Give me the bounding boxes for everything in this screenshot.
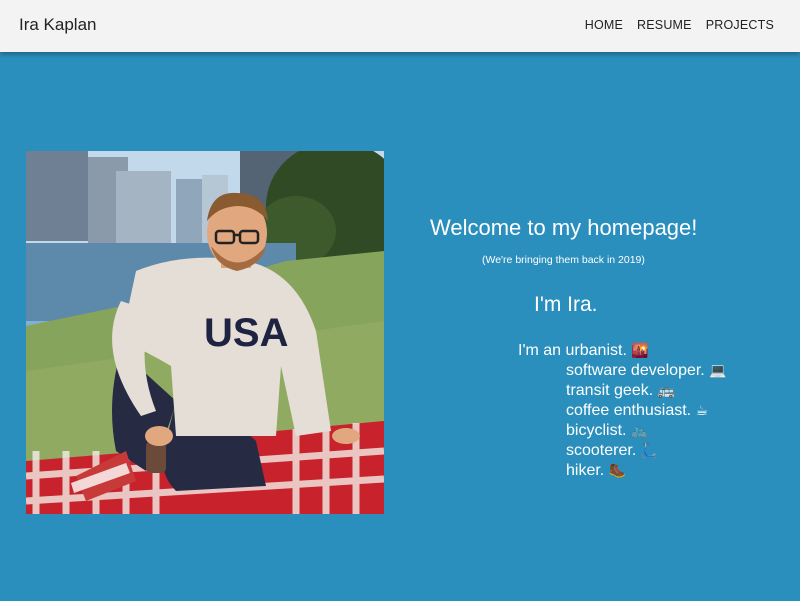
brand-link[interactable]: Ira Kaplan: [19, 15, 97, 35]
role-3-text: coffee enthusiast.: [566, 402, 692, 419]
shirt-text: USA: [204, 311, 288, 355]
roles-prefix-text: I'm an: [518, 342, 562, 359]
role-4: bicyclist. 🚲: [566, 422, 648, 440]
intro-text: I'm Ira.: [534, 293, 598, 316]
role-4-text: bicyclist.: [566, 422, 627, 439]
role-2-text: transit geek.: [566, 382, 654, 399]
role-5: scooterer. 🛴: [566, 442, 658, 460]
nav-home[interactable]: HOME: [585, 18, 623, 32]
cityscape-icon: 🌇: [631, 343, 649, 359]
role-0-text: urbanist.: [565, 342, 627, 359]
welcome-heading: Welcome to my homepage!: [430, 215, 698, 240]
bicycle-icon: 🚲: [630, 423, 649, 439]
profile-photo: USA: [26, 151, 384, 514]
coffee-icon: ☕: [695, 403, 709, 419]
role-1-text: software developer.: [566, 362, 705, 379]
role-6: hiker. 🥾: [566, 462, 626, 480]
nav-menu: HOME RESUME PROJECTS: [585, 18, 774, 32]
bus-icon: 🚌: [657, 383, 676, 399]
role-5-text: scooterer.: [566, 442, 637, 459]
role-6-text: hiker.: [566, 462, 605, 479]
hiking-boot-icon: 🥾: [608, 463, 627, 479]
roles-prefix: I'm an urbanist. 🌇: [518, 342, 649, 360]
welcome-subtitle: (We're bringing them back in 2019): [482, 254, 645, 266]
nav-resume[interactable]: RESUME: [637, 18, 692, 32]
nav-projects[interactable]: PROJECTS: [706, 18, 774, 32]
role-1: software developer. 💻: [566, 362, 727, 380]
laptop-icon: 💻: [709, 363, 727, 379]
top-nav-bar: Ira Kaplan HOME RESUME PROJECTS: [0, 0, 800, 52]
scooter-icon: 🛴: [640, 443, 659, 459]
role-0: urbanist. 🌇: [566, 342, 649, 359]
role-3: coffee enthusiast. ☕: [566, 402, 708, 420]
role-2: transit geek. 🚌: [566, 382, 675, 400]
